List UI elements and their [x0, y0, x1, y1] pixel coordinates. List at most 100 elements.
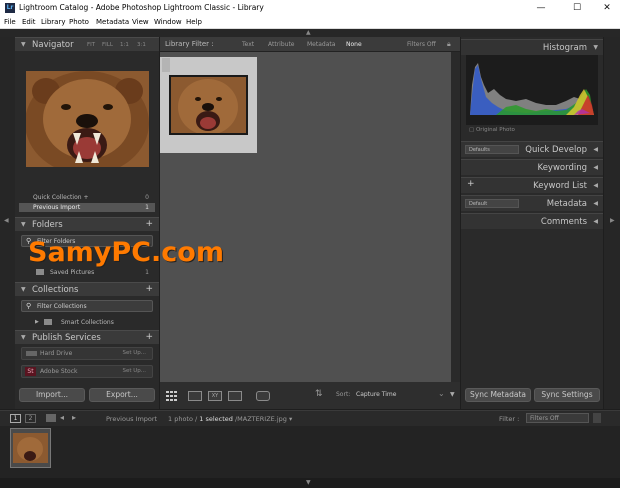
left-edge: ◀ [0, 37, 15, 409]
forward-arrow-icon[interactable]: ▸ [72, 413, 76, 422]
navigator-header[interactable]: ▼ Navigator FIT FILL 1:1 3:1 [15, 37, 159, 51]
lightroom-app-icon: Lr [5, 3, 15, 13]
metadata-preset[interactable]: Default [465, 199, 519, 208]
primary-monitor-button[interactable]: 1 [10, 414, 21, 423]
keywording-header[interactable]: Keywording ◀ [461, 159, 603, 175]
original-photo-toggle[interactable]: ▢ Original Photo [469, 127, 515, 133]
export-button[interactable]: Export... [89, 388, 155, 402]
add-folder-icon[interactable]: + [145, 219, 153, 229]
filter-tab-none[interactable]: None [346, 41, 362, 48]
hard-drive-service[interactable]: Hard Drive Set Up... [21, 347, 153, 360]
survey-view-icon[interactable] [228, 391, 242, 401]
menu-window[interactable]: Window [154, 18, 182, 26]
filter-tab-attribute[interactable]: Attribute [268, 41, 295, 48]
loupe-view-icon[interactable] [188, 391, 202, 401]
library-toolbar: XY ⇅ Sort: Capture Time ⌄ ▼ [160, 382, 460, 409]
add-keyword-icon[interactable]: + [467, 179, 475, 189]
menu-file[interactable]: File [4, 18, 16, 26]
grid-thumbnail[interactable] [169, 75, 248, 135]
folders-header[interactable]: ▼ Folders + [15, 217, 159, 231]
filter-tab-text[interactable]: Text [242, 41, 254, 48]
adobe-stock-service[interactable]: St Adobe Stock Set Up... [21, 365, 153, 378]
histogram-title: Histogram [542, 43, 587, 53]
keyword-list-header[interactable]: + Keyword List ◀ [461, 177, 603, 193]
navigator-preview[interactable] [26, 71, 149, 167]
expand-triangle-icon: ▶ [35, 319, 39, 325]
sync-settings-button[interactable]: Sync Settings [534, 388, 600, 402]
filmstrip-filter-dropdown[interactable]: Filters Off [526, 413, 589, 423]
folder-icon [36, 269, 44, 275]
quick-develop-preset[interactable]: Defaults [465, 145, 519, 154]
collapse-triangle-icon: ◀ [593, 164, 598, 171]
grid-view-icon[interactable] [166, 391, 180, 401]
metadata-title: Metadata [546, 199, 587, 209]
compare-view-icon[interactable]: XY [208, 391, 222, 401]
quick-develop-title: Quick Develop [525, 145, 587, 155]
add-collection-icon[interactable]: + [145, 284, 153, 294]
filmstrip[interactable] [0, 426, 620, 478]
keyword-list-title: Keyword List [533, 181, 587, 191]
smart-collection-icon [44, 319, 52, 325]
minimize-button[interactable]: — [531, 2, 551, 15]
grid-cell-selected[interactable] [160, 57, 257, 153]
sort-direction-icon[interactable]: ⇅ [315, 389, 323, 399]
zoom-3-1[interactable]: 3:1 [137, 42, 146, 48]
people-view-icon[interactable] [256, 391, 270, 401]
filter-preset-dropdown[interactable]: Filters Off [407, 41, 436, 48]
adobe-stock-icon: St [25, 367, 36, 376]
zoom-fill[interactable]: FILL [102, 42, 113, 48]
menu-help[interactable]: Help [186, 18, 202, 26]
zoom-1-1[interactable]: 1:1 [120, 42, 129, 48]
collapse-triangle-icon: ▼ [593, 44, 598, 51]
comments-header[interactable]: Comments ◀ [461, 213, 603, 229]
bear-filmstrip-image [13, 433, 48, 463]
folder-saved-pictures[interactable]: Saved Pictures 1 [19, 268, 155, 277]
zoom-fit[interactable]: FIT [87, 42, 95, 48]
left-panel-toggle-icon[interactable]: ◀ [4, 217, 9, 224]
filter-tab-metadata[interactable]: Metadata [307, 41, 335, 48]
sort-dropdown[interactable]: Capture Time [356, 391, 396, 398]
collections-header[interactable]: ▼ Collections + [15, 282, 159, 296]
top-panel-toggle-icon[interactable]: ▲ [306, 29, 311, 36]
collapse-triangle-icon: ▼ [21, 221, 26, 228]
grid-scrollbar[interactable] [451, 52, 460, 382]
import-button[interactable]: Import... [19, 388, 85, 402]
metadata-header[interactable]: Default Metadata ◀ [461, 195, 603, 211]
filmstrip-source[interactable]: Previous Import [106, 415, 157, 423]
menu-photo[interactable]: Photo [69, 18, 89, 26]
navigator-title: Navigator [32, 40, 74, 50]
publish-services-header[interactable]: ▼ Publish Services + [15, 330, 159, 344]
filter-collections-input[interactable]: ⚲ Filter Collections [21, 300, 153, 312]
toolbar-options-icon[interactable]: ⌄ [438, 389, 445, 398]
menu-bar: File Edit Library Photo Metadata View Wi… [0, 17, 620, 29]
secondary-monitor-button[interactable]: 2 [25, 414, 36, 423]
add-service-icon[interactable]: + [145, 332, 153, 342]
histogram-header[interactable]: Histogram ▼ [461, 39, 603, 55]
hard-drive-icon [26, 351, 37, 356]
catalog-previous-import[interactable]: Previous Import 1 [19, 203, 155, 212]
quick-develop-header[interactable]: Defaults Quick Develop ◀ [461, 141, 603, 157]
catalog-quick-collection[interactable]: Quick Collection + 0 [19, 193, 155, 202]
collapse-triangle-icon: ▼ [21, 334, 26, 341]
collapse-triangle-icon: ◀ [593, 200, 598, 207]
menu-metadata[interactable]: Metadata [96, 18, 129, 26]
toolbar-menu-icon[interactable]: ▼ [450, 391, 455, 398]
bottom-panel-toggle-icon[interactable]: ▼ [306, 479, 311, 486]
filmstrip-thumbnail[interactable] [10, 428, 51, 468]
sync-metadata-button[interactable]: Sync Metadata [465, 388, 531, 402]
menu-library[interactable]: Library [41, 18, 65, 26]
smart-collections-item[interactable]: ▶ Smart Collections [19, 318, 155, 327]
maximize-button[interactable]: ☐ [567, 2, 587, 15]
bear-photo [26, 71, 149, 167]
collapse-triangle-icon: ▼ [21, 286, 26, 293]
folders-title: Folders [32, 220, 63, 230]
back-arrow-icon[interactable]: ◂ [60, 413, 64, 422]
sort-label: Sort: [336, 391, 351, 398]
lock-icon[interactable]: 🔒︎ [447, 40, 451, 49]
close-button[interactable]: ✕ [597, 2, 617, 15]
menu-view[interactable]: View [132, 18, 149, 26]
filter-lock-icon[interactable] [593, 413, 601, 423]
right-panel-toggle-icon[interactable]: ▶ [610, 217, 615, 224]
grid-icon[interactable] [46, 414, 56, 422]
menu-edit[interactable]: Edit [22, 18, 36, 26]
